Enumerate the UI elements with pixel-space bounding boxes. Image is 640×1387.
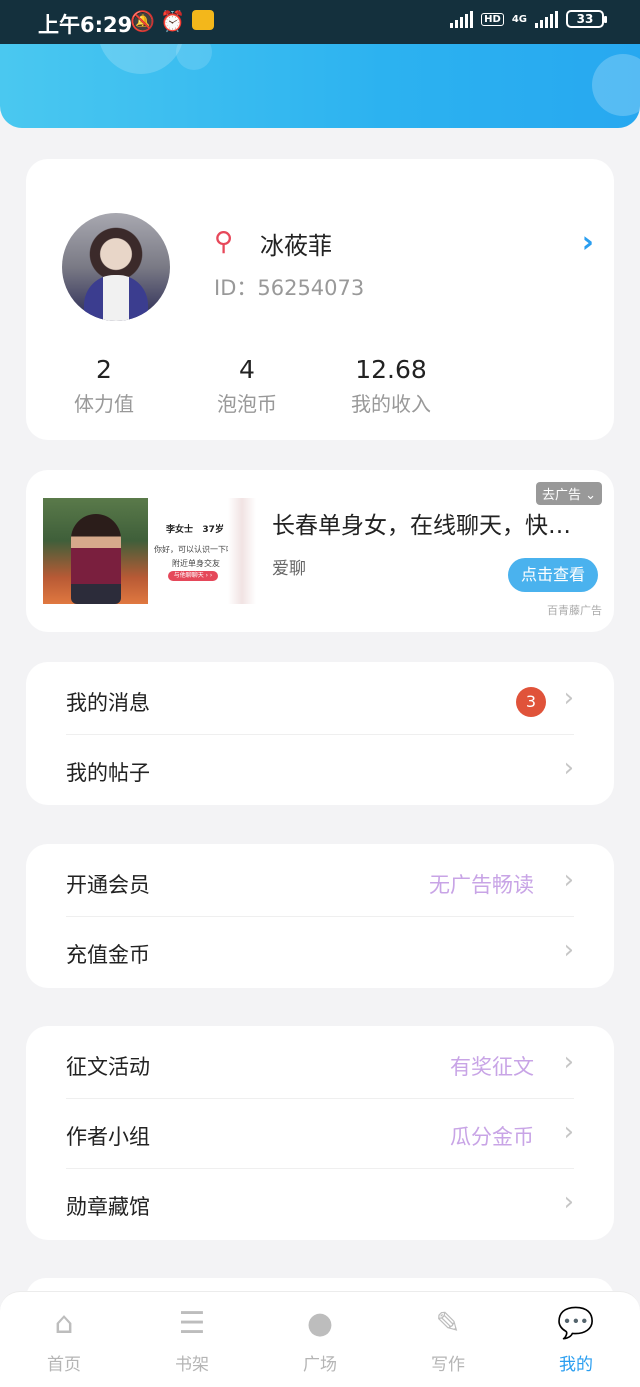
- stat-bubble-coins[interactable]: 4 泡泡币: [172, 355, 322, 417]
- menu-item-label: 我的消息: [66, 691, 150, 715]
- menu-item-label: 我的帖子: [66, 761, 150, 785]
- tab-label: 我的: [559, 1355, 593, 1375]
- decor-bubble: [592, 54, 640, 116]
- ad-photo: [43, 498, 148, 604]
- tab-home[interactable]: ⌂ 首页: [14, 1304, 114, 1375]
- stat-stamina[interactable]: 2 体力值: [29, 355, 179, 417]
- stat-label: 体力值: [74, 392, 134, 416]
- mute-bell-icon: 🔕: [130, 9, 155, 33]
- alarm-icon: ⏰: [160, 9, 185, 33]
- menu-group-wallet: 开通会员 无广告畅读 › 充值金币 ›: [26, 844, 614, 988]
- ad-view-button[interactable]: 点击查看: [508, 558, 598, 592]
- avatar[interactable]: [62, 213, 170, 321]
- stat-value: 4: [239, 355, 255, 384]
- remove-ad-button[interactable]: 去广告 ⌄: [535, 482, 602, 505]
- tab-mine[interactable]: 💬 我的: [526, 1304, 626, 1375]
- chevron-right-icon: ›: [563, 1187, 574, 1217]
- ad-image-panel: 李女士 37岁 你好，可以认识一下吗? 附近单身交友 与他聊聊天 › ›: [148, 498, 256, 604]
- menu-item-contest[interactable]: 征文活动 有奖征文 ›: [26, 1029, 614, 1099]
- tab-plaza[interactable]: ● 广场: [270, 1304, 370, 1375]
- menu-item-messages[interactable]: 我的消息 3 ›: [26, 665, 614, 735]
- status-time: 上午6:29: [38, 13, 133, 37]
- tab-write[interactable]: ✎ 写作: [398, 1304, 498, 1375]
- menu-item-promo: 有奖征文: [450, 1055, 534, 1079]
- planet-icon: ●: [306, 1306, 334, 1341]
- ad-title: 长春单身女，在线聊天，快…: [272, 513, 571, 539]
- chevron-right-icon: ›: [563, 1047, 574, 1077]
- app-notification-icon: [192, 10, 214, 30]
- menu-item-recharge[interactable]: 充值金币 ›: [26, 917, 614, 987]
- profile-card[interactable]: ⚲ 冰莜菲 ID：56254073 › 2 体力值 4 泡泡币 12.68 我的…: [26, 159, 614, 440]
- pen-icon: ✎: [435, 1306, 461, 1341]
- stat-value: 12.68: [355, 355, 427, 384]
- menu-item-label: 勋章藏馆: [66, 1195, 150, 1219]
- hd-icon: HD: [481, 12, 504, 26]
- ad-source: 百青藤广告: [547, 604, 602, 617]
- tab-label: 广场: [303, 1355, 337, 1375]
- menu-item-author-group[interactable]: 作者小组 瓜分金币 ›: [26, 1099, 614, 1169]
- stat-value: 2: [96, 355, 112, 384]
- tab-label: 首页: [47, 1355, 81, 1375]
- menu-item-posts[interactable]: 我的帖子 ›: [26, 735, 614, 805]
- stat-income[interactable]: 12.68 我的收入: [316, 355, 466, 417]
- chevron-right-icon: ›: [563, 753, 574, 783]
- tab-label: 写作: [431, 1355, 465, 1375]
- ad-image-button: 与他聊聊天 › ›: [168, 571, 218, 581]
- menu-group-community: 征文活动 有奖征文 › 作者小组 瓜分金币 › 勋章藏馆 ›: [26, 1026, 614, 1240]
- stat-label: 泡泡币: [217, 392, 277, 416]
- signal-icon: [450, 10, 474, 28]
- battery-icon: 33: [566, 10, 607, 28]
- user-id: ID：56254073: [214, 276, 365, 300]
- menu-item-vip[interactable]: 开通会员 无广告畅读 ›: [26, 847, 614, 917]
- user-name: 冰莜菲: [260, 232, 332, 260]
- menu-item-label: 开通会员: [66, 873, 150, 897]
- tab-bookshelf[interactable]: ☰ 书架: [142, 1304, 242, 1375]
- menu-item-promo: 无广告畅读: [429, 873, 534, 897]
- ad-image-name: 李女士 37岁: [166, 525, 224, 535]
- menu-item-medals[interactable]: 勋章藏馆 ›: [26, 1169, 614, 1239]
- ad-subtitle: 爱聊: [272, 559, 306, 579]
- chevron-right-icon: ›: [563, 865, 574, 895]
- chat-bubble-icon: 💬: [557, 1306, 595, 1341]
- chevron-right-icon: ›: [563, 1117, 574, 1147]
- network-type: 4G: [511, 13, 527, 25]
- unread-badge: 3: [516, 687, 546, 717]
- ad-image-line2: 附近单身交友: [172, 559, 220, 568]
- signal-icon-2: [535, 10, 558, 28]
- status-right: HD 4G 33: [450, 10, 607, 28]
- menu-item-label: 作者小组: [66, 1125, 150, 1149]
- tab-label: 书架: [175, 1355, 209, 1375]
- menu-group-messages: 我的消息 3 › 我的帖子 ›: [26, 662, 614, 805]
- bottom-tab-bar: ⌂ 首页 ☰ 书架 ● 广场 ✎ 写作 💬 我的: [0, 1291, 640, 1387]
- chevron-right-icon: ›: [563, 935, 574, 965]
- bookshelf-icon: ☰: [178, 1306, 206, 1341]
- chevron-right-icon: ›: [563, 683, 574, 713]
- home-icon: ⌂: [54, 1306, 74, 1341]
- menu-item-promo: 瓜分金币: [450, 1125, 534, 1149]
- status-bar: 上午6:29 🔕 ⏰ HD 4G 33: [0, 0, 640, 44]
- chevron-right-icon[interactable]: ›: [582, 225, 594, 260]
- menu-item-label: 征文活动: [66, 1055, 150, 1079]
- menu-item-label: 充值金币: [66, 943, 150, 967]
- female-gender-icon: ⚲: [214, 227, 234, 257]
- stat-label: 我的收入: [351, 392, 431, 416]
- ad-image-line1: 你好，可以认识一下吗?: [154, 545, 239, 554]
- ad-card[interactable]: 李女士 37岁 你好，可以认识一下吗? 附近单身交友 与他聊聊天 › › 长春单…: [26, 470, 614, 632]
